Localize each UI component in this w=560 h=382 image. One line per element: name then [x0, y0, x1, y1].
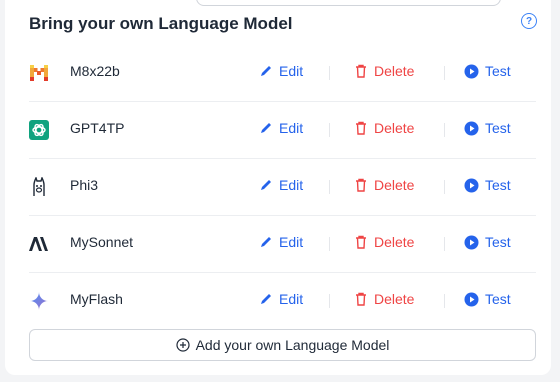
plus-circle-icon	[175, 338, 190, 352]
divider	[444, 237, 445, 251]
test-button[interactable]: Test	[464, 234, 511, 250]
test-button[interactable]: Test	[464, 120, 511, 136]
divider	[329, 180, 330, 194]
openai-logo-icon	[29, 120, 49, 140]
test-label: Test	[485, 291, 511, 307]
model-name: Phi3	[70, 177, 99, 193]
delete-button[interactable]: Delete	[354, 120, 414, 136]
top-input-field[interactable]	[196, 0, 501, 6]
model-row: MySonnet Edit Delete Test	[29, 215, 536, 273]
edit-label: Edit	[279, 291, 304, 307]
model-row: M8x22b Edit Delete Test	[29, 44, 536, 102]
divider	[444, 66, 445, 80]
edit-button[interactable]: Edit	[259, 63, 303, 79]
trash-icon	[354, 121, 368, 135]
test-button[interactable]: Test	[464, 63, 511, 79]
model-name: M8x22b	[70, 63, 120, 79]
pencil-icon	[259, 178, 273, 192]
model-row: MyFlash Edit Delete Test	[29, 272, 536, 329]
play-circle-icon	[464, 121, 479, 136]
divider	[329, 237, 330, 251]
question-circle-icon[interactable]: ?	[521, 13, 537, 29]
test-button[interactable]: Test	[464, 291, 511, 307]
test-label: Test	[485, 234, 511, 250]
mistral-logo-icon	[29, 63, 49, 83]
pencil-icon	[259, 121, 273, 135]
delete-label: Delete	[374, 63, 415, 79]
model-name: GPT4TP	[70, 120, 125, 136]
divider	[329, 66, 330, 80]
delete-button[interactable]: Delete	[354, 234, 414, 250]
test-button[interactable]: Test	[464, 177, 511, 193]
divider	[444, 123, 445, 137]
edit-label: Edit	[279, 120, 304, 136]
test-label: Test	[485, 120, 511, 136]
edit-button[interactable]: Edit	[259, 234, 303, 250]
trash-icon	[354, 178, 368, 192]
delete-label: Delete	[374, 120, 415, 136]
trash-icon	[354, 292, 368, 306]
trash-icon	[354, 64, 368, 78]
delete-label: Delete	[374, 234, 415, 250]
play-circle-icon	[464, 235, 479, 250]
edit-label: Edit	[279, 63, 304, 79]
test-label: Test	[485, 177, 511, 193]
llama-logo-icon	[29, 177, 49, 197]
model-name: MySonnet	[70, 234, 134, 250]
pencil-icon	[259, 235, 273, 249]
model-name: MyFlash	[70, 291, 123, 307]
edit-button[interactable]: Edit	[259, 291, 303, 307]
trash-icon	[354, 235, 368, 249]
play-circle-icon	[464, 178, 479, 193]
model-row: Phi3 Edit Delete Test	[29, 158, 536, 216]
add-button-label: Add your own Language Model	[195, 337, 390, 353]
divider	[329, 123, 330, 137]
pencil-icon	[259, 64, 273, 78]
add-language-model-button[interactable]: Add your own Language Model	[29, 329, 536, 361]
play-circle-icon	[464, 64, 479, 79]
delete-label: Delete	[374, 291, 415, 307]
model-row: GPT4TP Edit Delete Test	[29, 101, 536, 159]
delete-button[interactable]: Delete	[354, 291, 414, 307]
divider	[329, 294, 330, 308]
play-circle-icon	[464, 292, 479, 307]
divider	[444, 180, 445, 194]
gemini-logo-icon	[29, 291, 49, 311]
edit-button[interactable]: Edit	[259, 120, 303, 136]
edit-label: Edit	[279, 177, 304, 193]
divider	[444, 294, 445, 308]
delete-button[interactable]: Delete	[354, 177, 414, 193]
edit-label: Edit	[279, 234, 304, 250]
edit-button[interactable]: Edit	[259, 177, 303, 193]
anthropic-logo-icon	[29, 234, 49, 254]
delete-button[interactable]: Delete	[354, 63, 414, 79]
delete-label: Delete	[374, 177, 415, 193]
pencil-icon	[259, 292, 273, 306]
section-title: Bring your own Language Model	[29, 14, 293, 33]
test-label: Test	[485, 63, 511, 79]
